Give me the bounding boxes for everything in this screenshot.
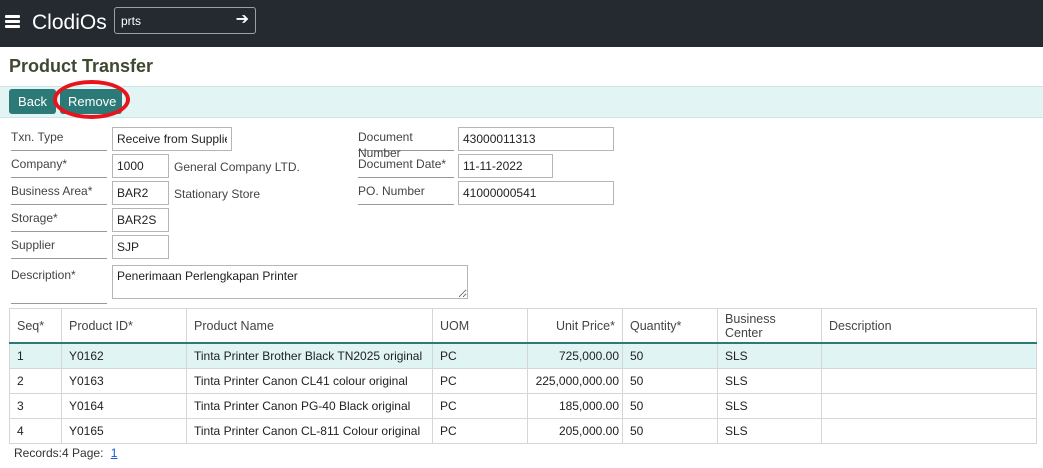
table-header-row: Seq* Product ID* Product Name UOM Unit P… [9,308,1037,344]
cell-description[interactable] [821,393,1037,419]
action-toolbar [0,86,1043,118]
page-title: Product Transfer [9,56,154,76]
table-row[interactable]: 1 Y0162 Tinta Printer Brother Black TN20… [9,342,1037,369]
txn-type-label: Txn. Type [11,129,107,151]
cell-product-id[interactable]: Y0164 [61,393,187,419]
business-area-description: Stationary Store [174,187,261,201]
company-description: General Company LTD. [174,160,300,174]
column-header-uom[interactable]: UOM [432,308,528,344]
cell-business-center[interactable]: SLS [717,342,822,369]
storage-field[interactable] [112,208,169,232]
company-field[interactable] [112,154,169,178]
column-header-product-name[interactable]: Product Name [186,308,433,344]
po-number-field[interactable] [458,181,614,205]
po-number-label: PO. Number [358,183,454,205]
description-textarea[interactable]: Penerimaan Perlengkapan Printer [112,265,468,299]
cell-unit-price[interactable]: 205,000.00 [527,418,623,444]
page-label: Page: [72,446,104,460]
cell-description[interactable] [821,342,1037,369]
cell-unit-price[interactable]: 185,000.00 [527,393,623,419]
cell-product-name[interactable]: Tinta Printer Canon PG-40 Black original [186,393,433,419]
cell-uom[interactable]: PC [432,393,528,419]
document-number-field[interactable] [458,127,614,151]
description-label: Description* [11,267,107,304]
cell-business-center[interactable]: SLS [717,393,822,419]
cell-product-id[interactable]: Y0165 [61,418,187,444]
table-row[interactable]: 4 Y0165 Tinta Printer Canon CL-811 Colou… [9,418,1037,444]
cell-seq[interactable]: 3 [9,393,62,419]
supplier-label: Supplier [11,237,107,259]
cell-description[interactable] [821,418,1037,444]
product-items-table: Seq* Product ID* Product Name UOM Unit P… [9,308,1037,444]
business-area-label: Business Area* [11,183,107,205]
column-header-business-center[interactable]: Business Center [717,308,822,344]
cell-unit-price[interactable]: 225,000,000.00 [527,368,623,394]
table-row[interactable]: 2 Y0163 Tinta Printer Canon CL41 colour … [9,368,1037,394]
records-count: Records:4 [14,446,69,460]
cell-product-name[interactable]: Tinta Printer Canon CL-811 Colour origin… [186,418,433,444]
page-link-1[interactable]: 1 [111,446,118,460]
cell-product-name[interactable]: Tinta Printer Canon CL41 colour original [186,368,433,394]
column-header-quantity[interactable]: Quantity* [622,308,718,344]
cell-seq[interactable]: 1 [9,342,62,369]
top-navbar: ClodiOs ➔ [0,0,1043,47]
cell-unit-price[interactable]: 725,000.00 [527,342,623,369]
pagination-footer: Records:4 Page: 1 [14,446,117,460]
cell-product-id[interactable]: Y0163 [61,368,187,394]
cell-uom[interactable]: PC [432,368,528,394]
nav-search-box: ➔ [114,7,256,34]
cell-quantity[interactable]: 50 [622,418,718,444]
business-area-field[interactable] [112,181,169,205]
document-number-label: Document Number [358,129,454,160]
document-date-label: Document Date* [358,156,454,178]
cell-product-id[interactable]: Y0162 [61,342,187,369]
cell-quantity[interactable]: 50 [622,393,718,419]
table-row[interactable]: 3 Y0164 Tinta Printer Canon PG-40 Black … [9,393,1037,419]
txn-type-field[interactable] [112,127,232,151]
supplier-field[interactable] [112,235,169,259]
column-header-product-id[interactable]: Product ID* [61,308,187,344]
arrow-right-icon[interactable]: ➔ [236,11,249,29]
cell-uom[interactable]: PC [432,418,528,444]
column-header-seq[interactable]: Seq* [9,308,62,344]
cell-seq[interactable]: 2 [9,368,62,394]
storage-label: Storage* [11,210,107,232]
cell-seq[interactable]: 4 [9,418,62,444]
column-header-unit-price[interactable]: Unit Price* [527,308,623,344]
remove-button[interactable]: Remove [60,89,122,114]
company-label: Company* [11,156,107,178]
column-header-description[interactable]: Description [821,308,1037,344]
cell-quantity[interactable]: 50 [622,342,718,369]
cell-quantity[interactable]: 50 [622,368,718,394]
cell-business-center[interactable]: SLS [717,368,822,394]
document-date-field[interactable] [458,154,553,178]
cell-product-name[interactable]: Tinta Printer Brother Black TN2025 origi… [186,342,433,369]
cell-business-center[interactable]: SLS [717,418,822,444]
cell-description[interactable] [821,368,1037,394]
nav-search-input[interactable] [121,12,221,29]
back-button[interactable]: Back [9,89,56,114]
cell-uom[interactable]: PC [432,342,528,369]
hamburger-menu-icon[interactable] [5,14,21,30]
app-brand[interactable]: ClodiOs [32,9,107,37]
